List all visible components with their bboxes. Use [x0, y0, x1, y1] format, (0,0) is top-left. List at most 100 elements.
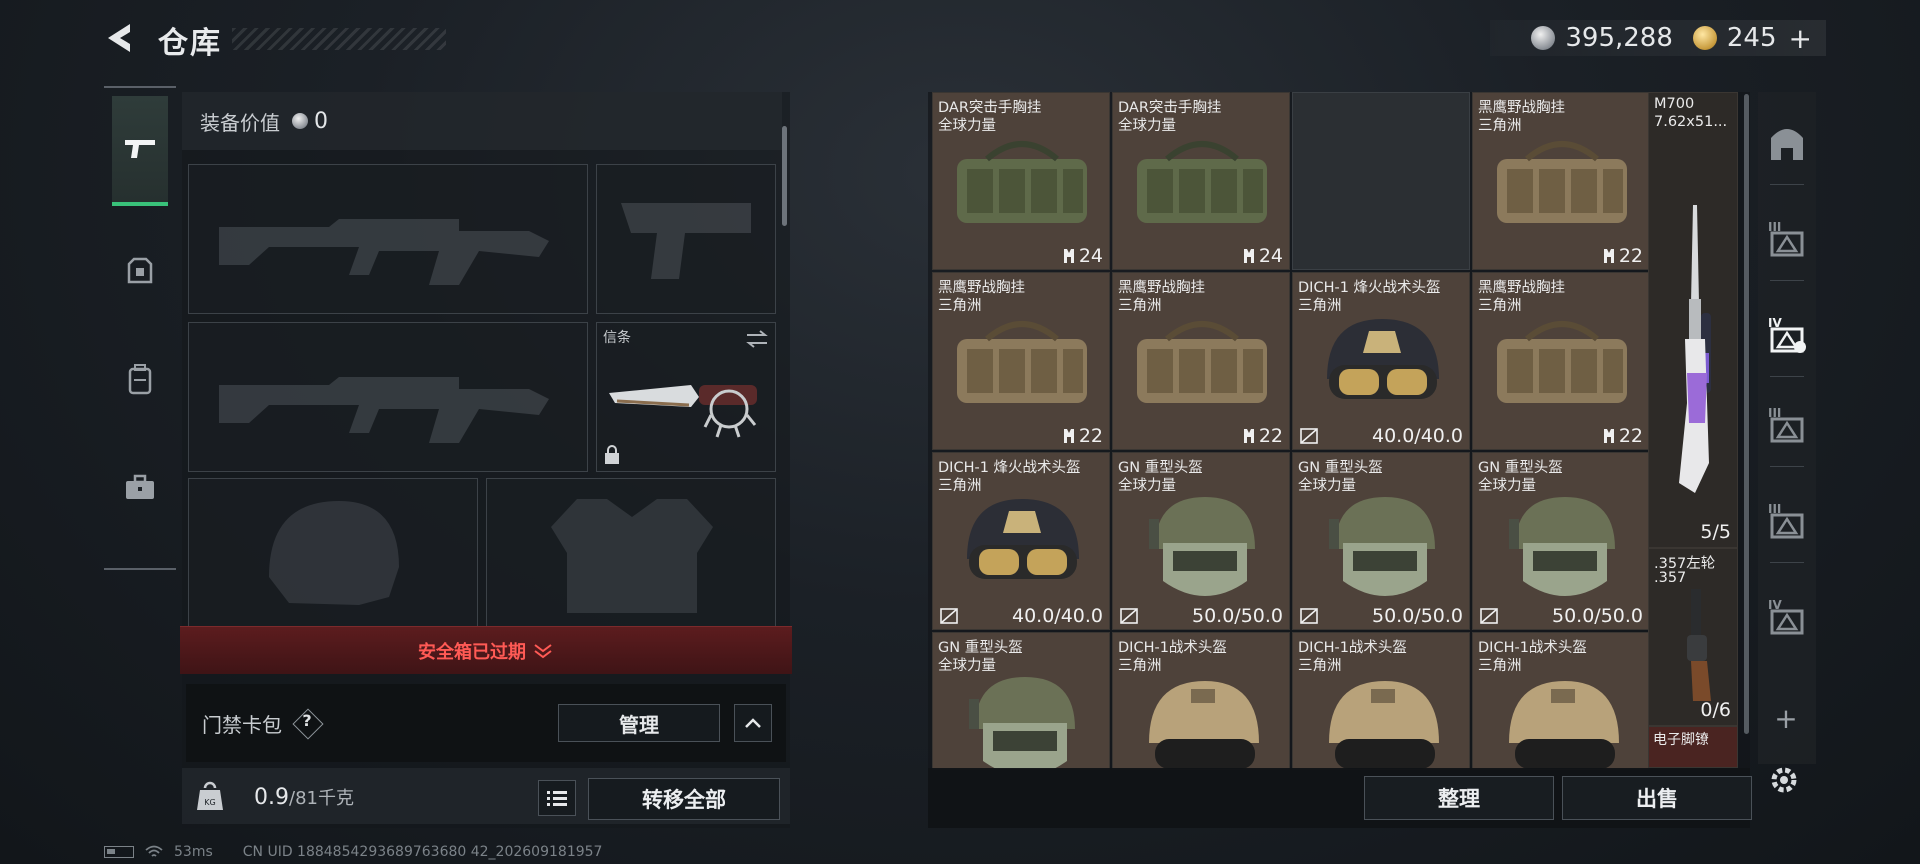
helmet-slot[interactable]: [188, 478, 478, 628]
tab-backpack[interactable]: [112, 324, 168, 434]
stash-item[interactable]: GN 重型头盔 全球力量 50.0/50.0: [1112, 452, 1290, 630]
item-durability: 50.0/50.0: [1551, 605, 1643, 627]
primary-weapon-slot-2[interactable]: [188, 322, 588, 472]
gear-icon[interactable]: [1766, 762, 1802, 798]
stash-item[interactable]: GN 重型头盔 全球力量 50.0/50.0: [1292, 452, 1470, 630]
pistol-silhouette-icon: [621, 203, 751, 279]
rig-capacity-icon: [1063, 429, 1074, 443]
manage-button[interactable]: 管理: [558, 704, 720, 742]
currency-gold: 245: [1726, 23, 1777, 53]
armor-slot[interactable]: [486, 478, 776, 628]
item-durability: 50.0/50.0: [1191, 605, 1283, 627]
item-capacity: 24: [1242, 245, 1283, 267]
rig-capacity-icon: [1603, 249, 1614, 263]
item-durability: 40.0/40.0: [1371, 425, 1463, 447]
transfer-all-button[interactable]: 转移全部: [588, 778, 780, 820]
stash-tab-2[interactable]: III: [1762, 214, 1812, 264]
currency-bar: 395,288 245 +: [1490, 20, 1826, 56]
sort-button[interactable]: 整理: [1364, 776, 1554, 820]
helmet-silhouette-icon: [269, 501, 399, 605]
durability-icon: [1120, 608, 1138, 624]
stash-tab-6[interactable]: IV: [1762, 592, 1812, 642]
item-capacity: 22: [1062, 425, 1103, 447]
stash-item[interactable]: 黑鹰野战胸挂 三角洲 22: [1112, 272, 1290, 450]
stash-item[interactable]: DICH-1 烽火战术头盔 三角洲 40.0/40.0: [1292, 272, 1470, 450]
weight-icon: KG: [197, 781, 223, 810]
chevron-down-icon: [534, 643, 552, 658]
equipment-scrollbar[interactable]: [782, 126, 787, 226]
stash-tier-icon: IV: [1768, 598, 1804, 635]
access-card-label: 门禁卡包: [202, 712, 282, 737]
stash-tab-5[interactable]: III: [1762, 496, 1812, 546]
status-bar: 53ms CN UID 1884854293689763680 42_20260…: [104, 844, 602, 860]
armor-icon: [127, 257, 153, 284]
stash-item[interactable]: DICH-1战术头盔 三角洲: [1472, 632, 1650, 770]
stash-scrollbar[interactable]: [1744, 94, 1749, 734]
stash-empty-cell[interactable]: [1292, 92, 1470, 270]
stash-item[interactable]: GN 重型头盔 全球力量: [932, 632, 1110, 770]
stash-item[interactable]: DICH-1 烽火战术头盔 三角洲 40.0/40.0: [932, 452, 1110, 630]
add-currency-button[interactable]: +: [1789, 22, 1812, 55]
collapse-button[interactable]: [734, 704, 772, 742]
rig-capacity-icon: [1603, 429, 1614, 443]
stash-item[interactable]: 黑鹰野战胸挂 三角洲 22: [932, 272, 1110, 450]
rifle-silhouette-icon: [219, 377, 549, 443]
revolver-icon: [1687, 589, 1711, 701]
gold-coin-icon: [1692, 26, 1717, 50]
stash-tier-icon: IV: [1768, 316, 1806, 353]
battery-icon: [104, 846, 134, 858]
add-stash-tab-button[interactable]: +: [1766, 702, 1806, 735]
stash-item[interactable]: GN 重型头盔 全球力量 50.0/50.0: [1472, 452, 1650, 630]
item-subname: 三角洲: [938, 478, 982, 494]
durability-icon: [1480, 608, 1498, 624]
knife-icon: [609, 385, 757, 438]
pistol-icon: [125, 140, 155, 158]
stash-tab-1[interactable]: [1762, 118, 1812, 168]
list-view-button[interactable]: [538, 780, 576, 816]
item-subname: 三角洲: [1298, 298, 1342, 314]
stash-tab-3[interactable]: IV: [1762, 310, 1812, 360]
weight-current: 0.9: [254, 785, 289, 810]
stash-item-rifle[interactable]: M700 7.62x51... 5/5: [1648, 92, 1738, 548]
weight-max: /81千克: [289, 788, 354, 809]
stash-item[interactable]: 黑鹰野战胸挂 三角洲 22: [1472, 92, 1650, 270]
tab-armor[interactable]: [112, 216, 168, 326]
melee-slot[interactable]: 信条: [596, 322, 776, 472]
item-capacity: 22: [1242, 425, 1283, 447]
page-title: 仓库: [158, 26, 222, 61]
stash-item[interactable]: DICH-1战术头盔 三角洲: [1292, 632, 1470, 770]
svg-text:KG: KG: [204, 798, 215, 807]
tab-case[interactable]: [112, 432, 168, 542]
item-subname: 三角洲: [1478, 298, 1522, 314]
stash-tier-icon: III: [1768, 220, 1804, 257]
tab-divider: [1770, 280, 1804, 281]
stash-item[interactable]: DICH-1战术头盔 三角洲: [1112, 632, 1290, 770]
swap-icon[interactable]: [745, 329, 769, 349]
durability-icon: [940, 608, 958, 624]
help-icon[interactable]: ?: [292, 708, 322, 738]
sell-button[interactable]: 出售: [1562, 776, 1752, 820]
item-subname: 三角洲: [1478, 658, 1522, 674]
item-subname: 全球力量: [1118, 478, 1176, 494]
secondary-weapon-slot[interactable]: [596, 164, 776, 314]
melee-slot-label: 信条: [603, 330, 631, 346]
backpack-icon: [128, 364, 152, 395]
item-name: 电子脚镣: [1653, 732, 1709, 748]
stash-item-small[interactable]: 电子脚镣: [1648, 726, 1738, 768]
item-durability: 50.0/50.0: [1371, 605, 1463, 627]
back-arrow-icon[interactable]: [100, 18, 140, 58]
equipment-tabs: [104, 86, 176, 570]
title-decoration: [232, 28, 446, 50]
stash-item-revolver[interactable]: .357左轮 .357 0/6: [1648, 548, 1738, 726]
stash-tab-4[interactable]: III: [1762, 400, 1812, 450]
safebox-expired-banner[interactable]: 安全箱已过期: [180, 626, 792, 674]
ping-value: 53ms: [174, 844, 213, 860]
item-subname: 三角洲: [1298, 658, 1342, 674]
item-subname: 三角洲: [1478, 118, 1522, 134]
tab-weapons[interactable]: [112, 96, 168, 206]
stash-item[interactable]: DAR突击手胸挂 全球力量 24: [932, 92, 1110, 270]
stash-item[interactable]: 黑鹰野战胸挂 三角洲 22: [1472, 272, 1650, 450]
stash-item[interactable]: DAR突击手胸挂 全球力量 24: [1112, 92, 1290, 270]
item-name: M700: [1654, 96, 1695, 112]
primary-weapon-slot[interactable]: [188, 164, 588, 314]
